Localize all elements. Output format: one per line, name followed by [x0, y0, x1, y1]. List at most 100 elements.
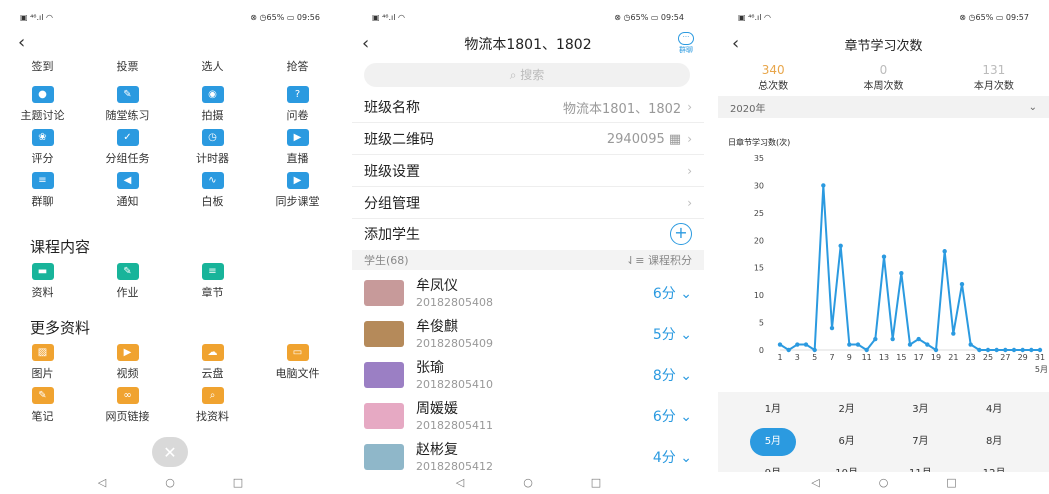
- tool-pick[interactable]: 选人: [170, 58, 255, 74]
- tool-image[interactable]: ▨ 图片: [0, 344, 85, 387]
- tool-document[interactable]: ✎ 随堂练习: [85, 86, 170, 129]
- student-name: 牟俊麒: [416, 318, 458, 335]
- tool-label: 拍摄: [201, 109, 224, 122]
- nav-back-icon[interactable]: ◁: [810, 477, 822, 488]
- student-id: 20182805410: [416, 377, 493, 391]
- month-option[interactable]: 3月: [884, 400, 958, 420]
- student-row[interactable]: 赵彬复 20182805412 4分 ⌄: [352, 437, 704, 477]
- image-icon: ▨: [31, 344, 54, 361]
- tool-lotus[interactable]: ❀ 评分: [0, 129, 85, 172]
- search-input[interactable]: ⌕ 搜索: [364, 63, 690, 87]
- nav-recents-icon[interactable]: □: [232, 477, 244, 488]
- tool-group-chat[interactable]: ≡ 群聊: [0, 172, 85, 215]
- data-point: [829, 325, 835, 331]
- student-score[interactable]: 4分 ⌄: [653, 447, 692, 467]
- tool-list[interactable]: ≡ 章节: [170, 263, 255, 306]
- nav-back-icon[interactable]: ◁: [96, 477, 108, 488]
- tool-magnifier[interactable]: ⌕ 找资料: [170, 387, 255, 430]
- tool-question[interactable]: ? 问卷: [255, 86, 340, 129]
- back-icon[interactable]: ‹: [732, 35, 739, 53]
- x-tick-label: 3: [795, 353, 800, 362]
- tool-label: 资料: [31, 286, 54, 299]
- group-chat-button[interactable]: ··· 群聊: [678, 32, 694, 55]
- student-id: 20182805408: [416, 295, 493, 309]
- tool-camera[interactable]: ◉ 拍摄: [170, 86, 255, 129]
- nav-home-icon[interactable]: ○: [878, 477, 890, 488]
- student-row[interactable]: 牟凤仪 20182805408 6分 ⌄: [352, 273, 704, 313]
- data-point: [925, 342, 930, 347]
- tool-clock[interactable]: ◷ 计时器: [170, 129, 255, 172]
- checklist-icon: ✓: [116, 129, 139, 146]
- page-title: 物流本1801、1802: [464, 37, 592, 53]
- tool-link[interactable]: ∞ 网页链接: [85, 387, 170, 430]
- tool-vote[interactable]: 投票: [85, 58, 170, 74]
- student-row[interactable]: 周媛媛 20182805411 6分 ⌄: [352, 396, 704, 436]
- tool-play[interactable]: ▶ 直播: [255, 129, 340, 172]
- nav-back-icon[interactable]: ◁: [454, 477, 466, 488]
- tool-label: 白板: [201, 195, 224, 208]
- back-icon[interactable]: ‹: [18, 34, 25, 52]
- tool-label: 笔记: [31, 410, 54, 423]
- tool-whiteboard[interactable]: ∿ 白板: [170, 172, 255, 215]
- student-score[interactable]: 6分 ⌄: [653, 283, 692, 303]
- tool-note[interactable]: ✎ 笔记: [0, 387, 85, 430]
- close-button[interactable]: ✕: [152, 437, 188, 467]
- system-nav: ◁ ○ □: [352, 472, 704, 494]
- month-option[interactable]: 4月: [957, 400, 1031, 420]
- nav-home-icon[interactable]: ○: [522, 477, 534, 488]
- nav-recents-icon[interactable]: □: [590, 477, 602, 488]
- tool-signin[interactable]: 签到: [0, 58, 85, 74]
- back-icon[interactable]: ‹: [362, 35, 369, 53]
- document-icon: ✎: [116, 86, 139, 103]
- chevron-down-icon: ⌄: [680, 409, 692, 425]
- student-score[interactable]: 6分 ⌄: [653, 406, 692, 426]
- student-id: 20182805411: [416, 418, 493, 432]
- student-score[interactable]: 8分 ⌄: [653, 365, 692, 385]
- setting-row[interactable]: 班级二维码 2940095 ▦ ›: [352, 124, 704, 155]
- tool-cloud[interactable]: ☁ 云盘: [170, 344, 255, 387]
- tool-quick-answer[interactable]: 抢答: [255, 58, 340, 74]
- play-icon: ▶: [286, 129, 309, 146]
- avatar: [364, 321, 404, 347]
- tool-label: 直播: [286, 152, 309, 165]
- tool-checklist[interactable]: ✓ 分组任务: [85, 129, 170, 172]
- month-label: 4月: [985, 404, 1003, 415]
- student-row[interactable]: 牟俊麒 20182805409 5分 ⌄: [352, 314, 704, 354]
- data-point: [786, 347, 791, 353]
- tool-label: 云盘: [201, 367, 224, 380]
- nav-home-icon[interactable]: ○: [164, 477, 176, 488]
- search-placeholder: 搜索: [520, 68, 545, 82]
- plus-icon[interactable]: +: [670, 222, 692, 245]
- student-row[interactable]: 张瑜 20182805410 8分 ⌄: [352, 355, 704, 395]
- setting-row[interactable]: 班级设置 ›: [352, 156, 704, 187]
- add-student-row[interactable]: 添加学生 +: [352, 218, 704, 249]
- chat-bubble-icon: ···: [678, 32, 694, 45]
- month-option[interactable]: 7月: [884, 432, 958, 452]
- month-label: 3月: [912, 404, 929, 415]
- status-right: ⊗ ◷65% ▭ 09:57: [959, 12, 1029, 22]
- student-score[interactable]: 5分 ⌄: [653, 324, 692, 344]
- year-selector[interactable]: 2020年 ⌄: [718, 96, 1049, 118]
- stat-total-label: 总次数: [758, 81, 789, 92]
- month-option[interactable]: 1月: [736, 400, 810, 420]
- month-option[interactable]: 8月: [957, 432, 1031, 452]
- lotus-icon: ❀: [31, 129, 54, 146]
- setting-row[interactable]: 分组管理 ›: [352, 188, 704, 219]
- link-icon: ∞: [116, 387, 139, 404]
- tool-folder[interactable]: ▬ 资料: [0, 263, 85, 306]
- tool-speaker[interactable]: ◀ 通知: [85, 172, 170, 215]
- tool-chat-bubble[interactable]: ● 主题讨论: [0, 86, 85, 129]
- score-value: 8分: [652, 368, 676, 384]
- sort-button[interactable]: ⇃≡ 课程积分: [626, 252, 692, 268]
- setting-row[interactable]: 班级名称 物流本1801、1802 ›: [352, 92, 704, 123]
- month-option[interactable]: 2月: [810, 400, 884, 420]
- tool-label: 通知: [116, 195, 139, 208]
- month-option[interactable]: 6月: [810, 432, 884, 452]
- nav-recents-icon[interactable]: □: [946, 477, 958, 488]
- data-point: [1029, 347, 1034, 353]
- month-option[interactable]: 5月: [736, 428, 810, 456]
- tool-sync-class[interactable]: ▶ 同步课堂: [255, 172, 340, 215]
- tool-homework[interactable]: ✎ 作业: [85, 263, 170, 306]
- tool-monitor[interactable]: ▭ 电脑文件: [255, 344, 340, 387]
- tool-video[interactable]: ▶ 视频: [85, 344, 170, 387]
